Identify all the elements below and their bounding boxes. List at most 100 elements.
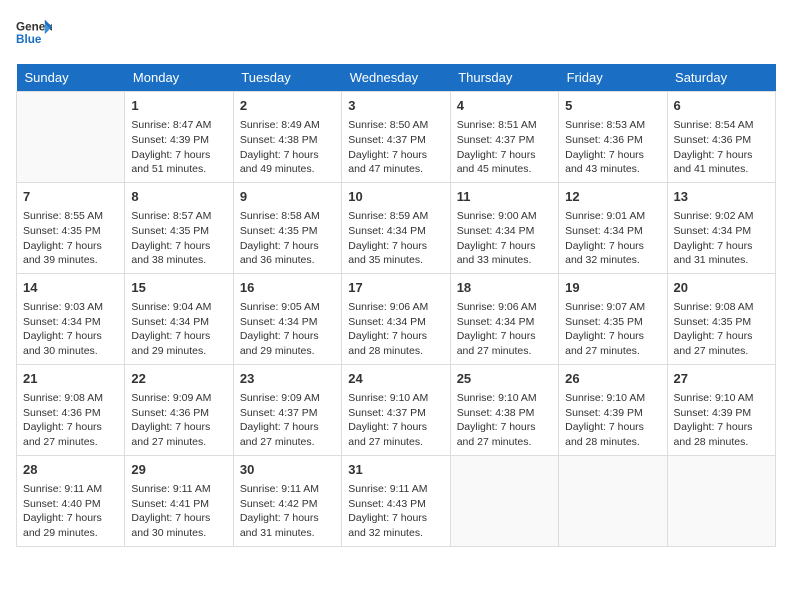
day-info: Sunrise: 9:10 AMSunset: 4:39 PMDaylight:… [565,391,660,450]
day-number: 18 [457,279,552,297]
calendar-cell: 1 Sunrise: 8:47 AMSunset: 4:39 PMDaylight… [125,92,233,183]
day-info: Sunrise: 9:06 AMSunset: 4:34 PMDaylight:… [457,300,552,359]
day-info: Sunrise: 9:02 AMSunset: 4:34 PMDaylight:… [674,209,769,268]
calendar-cell: 23 Sunrise: 9:09 AMSunset: 4:37 PMDayligh… [233,364,341,455]
day-number: 19 [565,279,660,297]
day-number: 23 [240,370,335,388]
calendar-cell: 13Sunrise: 9:02 AMSunset: 4:34 PMDayligh… [667,182,775,273]
day-number: 5 [565,97,660,115]
day-info: Sunrise: 8:58 AMSunset: 4:35 PMDaylight:… [240,209,335,268]
day-number: 20 [674,279,769,297]
day-info: Sunrise: 9:07 AMSunset: 4:35 PMDaylight:… [565,300,660,359]
calendar-cell: 16 Sunrise: 9:05 AMSunset: 4:34 PMDayligh… [233,273,341,364]
logo: General Blue [16,16,52,52]
day-number: 3 [348,97,443,115]
day-number: 25 [457,370,552,388]
calendar-cell: 4 Sunrise: 8:51 AMSunset: 4:37 PMDaylight… [450,92,558,183]
day-info: Sunrise: 9:10 AMSunset: 4:38 PMDaylight:… [457,391,552,450]
calendar-cell [17,92,125,183]
day-info: Sunrise: 9:09 AMSunset: 4:37 PMDaylight:… [240,391,335,450]
day-number: 2 [240,97,335,115]
days-of-week-row: SundayMondayTuesdayWednesdayThursdayFrid… [17,64,776,92]
day-info: Sunrise: 9:11 AMSunset: 4:40 PMDaylight:… [23,482,118,541]
calendar-cell: 7 Sunrise: 8:55 AMSunset: 4:35 PMDaylight… [17,182,125,273]
day-info: Sunrise: 8:55 AMSunset: 4:35 PMDaylight:… [23,209,118,268]
day-header-sunday: Sunday [17,64,125,92]
day-number: 16 [240,279,335,297]
calendar-cell: 2 Sunrise: 8:49 AMSunset: 4:38 PMDaylight… [233,92,341,183]
day-number: 11 [457,188,552,206]
day-number: 6 [674,97,769,115]
calendar-cell: 21 Sunrise: 9:08 AMSunset: 4:36 PMDayligh… [17,364,125,455]
day-number: 14 [23,279,118,297]
calendar-body: 1 Sunrise: 8:47 AMSunset: 4:39 PMDaylight… [17,92,776,547]
day-info: Sunrise: 9:08 AMSunset: 4:36 PMDaylight:… [23,391,118,450]
day-info: Sunrise: 8:49 AMSunset: 4:38 PMDaylight:… [240,118,335,177]
day-header-thursday: Thursday [450,64,558,92]
day-number: 9 [240,188,335,206]
day-info: Sunrise: 8:51 AMSunset: 4:37 PMDaylight:… [457,118,552,177]
week-row-4: 21 Sunrise: 9:08 AMSunset: 4:36 PMDayligh… [17,364,776,455]
calendar-cell: 24 Sunrise: 9:10 AMSunset: 4:37 PMDayligh… [342,364,450,455]
day-info: Sunrise: 8:57 AMSunset: 4:35 PMDaylight:… [131,209,226,268]
calendar-cell: 28 Sunrise: 9:11 AMSunset: 4:40 PMDayligh… [17,455,125,546]
day-header-saturday: Saturday [667,64,775,92]
calendar-cell: 14 Sunrise: 9:03 AMSunset: 4:34 PMDayligh… [17,273,125,364]
day-number: 4 [457,97,552,115]
calendar-cell: 30Sunrise: 9:11 AMSunset: 4:42 PMDayligh… [233,455,341,546]
day-info: Sunrise: 8:47 AMSunset: 4:39 PMDaylight:… [131,118,226,177]
logo-icon: General Blue [16,16,52,52]
day-number: 1 [131,97,226,115]
day-number: 30 [240,461,335,479]
calendar-cell: 15Sunrise: 9:04 AMSunset: 4:34 PMDayligh… [125,273,233,364]
calendar-cell: 5 Sunrise: 8:53 AMSunset: 4:36 PMDaylight… [559,92,667,183]
day-number: 26 [565,370,660,388]
day-info: Sunrise: 8:50 AMSunset: 4:37 PMDaylight:… [348,118,443,177]
calendar-cell: 26 Sunrise: 9:10 AMSunset: 4:39 PMDayligh… [559,364,667,455]
day-info: Sunrise: 9:11 AMSunset: 4:41 PMDaylight:… [131,482,226,541]
calendar-cell: 9 Sunrise: 8:58 AMSunset: 4:35 PMDaylight… [233,182,341,273]
day-number: 8 [131,188,226,206]
day-header-tuesday: Tuesday [233,64,341,92]
day-info: Sunrise: 8:53 AMSunset: 4:36 PMDaylight:… [565,118,660,177]
calendar-cell: 10 Sunrise: 8:59 AMSunset: 4:34 PMDayligh… [342,182,450,273]
day-info: Sunrise: 9:09 AMSunset: 4:36 PMDaylight:… [131,391,226,450]
calendar-cell: 20 Sunrise: 9:08 AMSunset: 4:35 PMDayligh… [667,273,775,364]
day-number: 24 [348,370,443,388]
calendar-cell: 31Sunrise: 9:11 AMSunset: 4:43 PMDayligh… [342,455,450,546]
day-info: Sunrise: 9:05 AMSunset: 4:34 PMDaylight:… [240,300,335,359]
calendar-cell [559,455,667,546]
day-number: 28 [23,461,118,479]
day-number: 29 [131,461,226,479]
day-info: Sunrise: 9:06 AMSunset: 4:34 PMDaylight:… [348,300,443,359]
day-number: 12 [565,188,660,206]
day-info: Sunrise: 9:11 AMSunset: 4:43 PMDaylight:… [348,482,443,541]
day-info: Sunrise: 9:08 AMSunset: 4:35 PMDaylight:… [674,300,769,359]
calendar-cell: 19 Sunrise: 9:07 AMSunset: 4:35 PMDayligh… [559,273,667,364]
day-info: Sunrise: 8:59 AMSunset: 4:34 PMDaylight:… [348,209,443,268]
day-info: Sunrise: 9:01 AMSunset: 4:34 PMDaylight:… [565,209,660,268]
calendar-cell: 18 Sunrise: 9:06 AMSunset: 4:34 PMDayligh… [450,273,558,364]
calendar-cell: 8 Sunrise: 8:57 AMSunset: 4:35 PMDaylight… [125,182,233,273]
calendar-cell: 17 Sunrise: 9:06 AMSunset: 4:34 PMDayligh… [342,273,450,364]
day-number: 22 [131,370,226,388]
calendar-table: SundayMondayTuesdayWednesdayThursdayFrid… [16,64,776,547]
day-info: Sunrise: 9:10 AMSunset: 4:37 PMDaylight:… [348,391,443,450]
calendar-cell: 27Sunrise: 9:10 AMSunset: 4:39 PMDayligh… [667,364,775,455]
day-number: 10 [348,188,443,206]
week-row-1: 1 Sunrise: 8:47 AMSunset: 4:39 PMDaylight… [17,92,776,183]
calendar-cell [450,455,558,546]
day-number: 21 [23,370,118,388]
calendar-cell: 22 Sunrise: 9:09 AMSunset: 4:36 PMDayligh… [125,364,233,455]
day-header-friday: Friday [559,64,667,92]
day-info: Sunrise: 9:00 AMSunset: 4:34 PMDaylight:… [457,209,552,268]
calendar-cell: 6Sunrise: 8:54 AMSunset: 4:36 PMDaylight… [667,92,775,183]
day-number: 17 [348,279,443,297]
day-info: Sunrise: 9:03 AMSunset: 4:34 PMDaylight:… [23,300,118,359]
calendar-cell: 3 Sunrise: 8:50 AMSunset: 4:37 PMDaylight… [342,92,450,183]
calendar-cell [667,455,775,546]
calendar-cell: 25 Sunrise: 9:10 AMSunset: 4:38 PMDayligh… [450,364,558,455]
day-number: 7 [23,188,118,206]
day-info: Sunrise: 9:04 AMSunset: 4:34 PMDaylight:… [131,300,226,359]
week-row-3: 14 Sunrise: 9:03 AMSunset: 4:34 PMDayligh… [17,273,776,364]
